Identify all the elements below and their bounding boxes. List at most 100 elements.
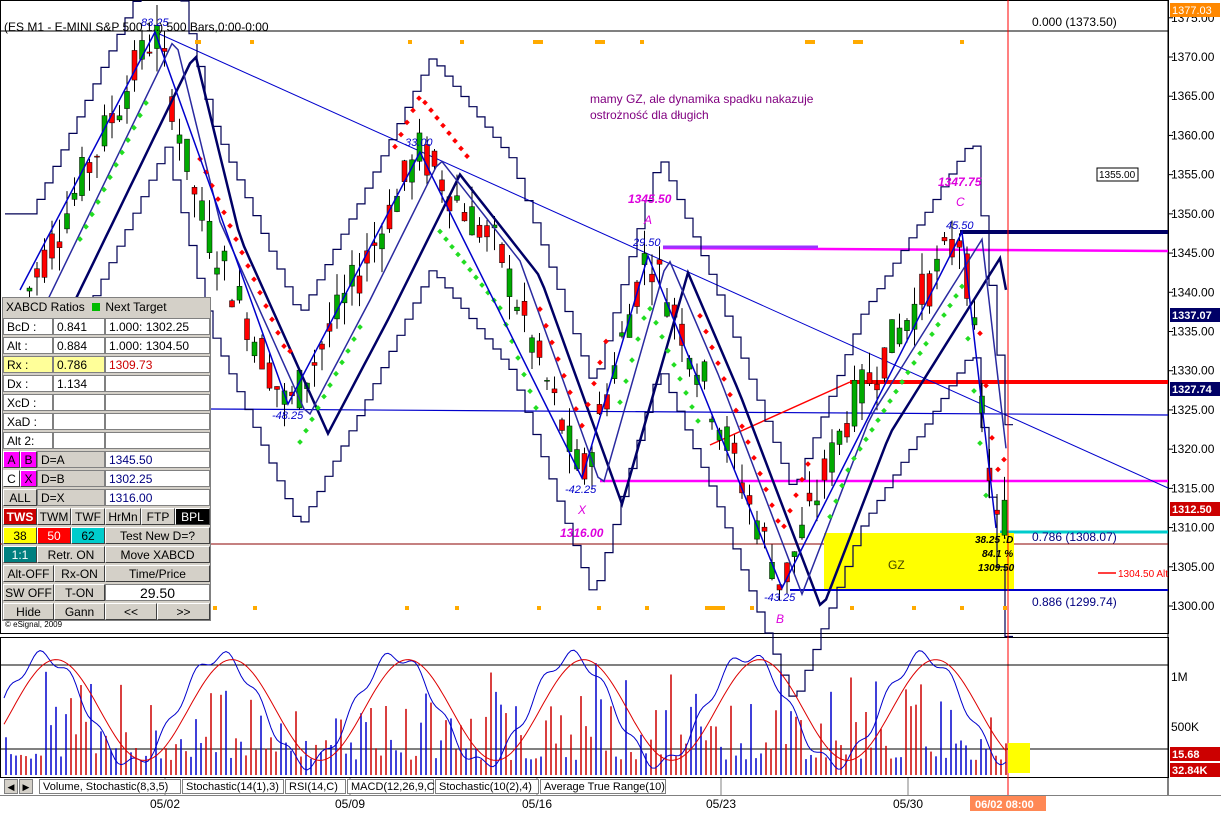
date-label: 05/09 <box>335 797 365 811</box>
fib-0-label: 0.000 (1373.50) <box>1032 15 1117 29</box>
t-on-button[interactable]: T-ON <box>54 584 105 601</box>
candle-body <box>701 361 708 382</box>
candle-body <box>836 430 843 445</box>
price-tick-label: 1335.00 <box>1171 325 1215 339</box>
date-label: 05/16 <box>522 797 552 811</box>
candle-body <box>41 249 48 278</box>
green-square-icon <box>92 303 101 311</box>
next-button[interactable]: >> <box>157 603 210 620</box>
alt-off-button[interactable]: Alt-OFF <box>3 565 54 582</box>
session-marker-top <box>533 40 543 44</box>
candle-body <box>851 379 858 427</box>
label-c: C <box>956 195 965 209</box>
price-tick-label: 1305.00 <box>1171 560 1215 574</box>
retr-on-button[interactable]: Retr. ON <box>37 546 105 563</box>
alt-target-label: 1304.50 Alt <box>1118 569 1168 580</box>
time-price-button[interactable]: Time/Price <box>105 565 210 582</box>
candle-body <box>71 192 78 200</box>
target-eq: D=A <box>37 451 105 468</box>
tf-button-hrmn[interactable]: HrMn <box>105 508 141 525</box>
ratio-text-1: 38.25 :D <box>975 535 1013 546</box>
candle-body <box>244 318 250 340</box>
ratio-target: 1.000: 1302.25 <box>105 318 210 335</box>
candle-body <box>874 383 880 391</box>
label-low-val: -48.25 <box>272 410 304 422</box>
tf-button-tws[interactable]: TWS <box>3 508 37 525</box>
candle-body <box>379 233 385 250</box>
ratio-target <box>105 432 210 449</box>
candle-body <box>791 551 798 557</box>
panel-header-title: XABCD Ratios <box>6 300 85 314</box>
num-button-38[interactable]: 38 <box>3 527 37 544</box>
session-marker-bottom <box>705 606 725 610</box>
rx-on-button[interactable]: Rx-ON <box>54 565 105 582</box>
session-marker-top <box>853 40 863 44</box>
gann-button[interactable]: Gann <box>54 603 105 620</box>
target-price: 1316.00 <box>105 489 210 506</box>
tab-scroll-left-icon[interactable]: ◀ <box>4 779 18 794</box>
candle-body <box>866 372 873 384</box>
candle-body <box>214 267 220 275</box>
candle-body <box>761 526 768 532</box>
candle-body <box>431 150 438 167</box>
label-b-val: -43.25 <box>764 592 796 604</box>
candle-body <box>731 442 738 454</box>
target-button-b[interactable]: B <box>20 451 37 468</box>
ratio-11-button[interactable]: 1:1 <box>3 546 37 563</box>
sw-off-button[interactable]: SW OFF <box>3 584 54 601</box>
study-tab-bar: ◀ ▶ Volume, Stochastic(8,3,5) Stochastic(… <box>2 779 1162 795</box>
candle-body <box>814 500 820 506</box>
candle-body <box>229 300 235 308</box>
ratio-label: Alt 2: <box>3 432 53 449</box>
session-marker-bottom <box>1003 606 1007 610</box>
session-marker-top <box>460 40 464 44</box>
tf-button-twf[interactable]: TWF <box>71 508 105 525</box>
candle-body <box>476 224 483 238</box>
num-button-50[interactable]: 50 <box>37 527 71 544</box>
study-tab[interactable]: Stochastic(14(1),3) <box>182 779 284 794</box>
ind-tick-500k: 500K <box>1171 720 1199 734</box>
tab-scroll-right-icon[interactable]: ▶ <box>19 779 33 794</box>
prev-button[interactable]: << <box>105 603 157 620</box>
candle-body <box>844 423 850 438</box>
test-new-d-button[interactable]: Test New D=? <box>105 527 210 544</box>
target-button-all[interactable]: ALL <box>3 489 37 506</box>
target-button-a[interactable]: A <box>3 451 20 468</box>
candle-body <box>454 195 460 201</box>
ratio-label: XaD : <box>3 413 53 430</box>
candle-body <box>266 362 273 389</box>
ratio-label: Rx : <box>3 356 53 373</box>
panel-header-target: Next Target <box>105 300 167 314</box>
tf-button-ftp[interactable]: FTP <box>141 508 175 525</box>
label-mid-val: 33.00 <box>405 137 433 149</box>
session-marker-bottom <box>960 606 964 610</box>
ratio-value <box>53 394 105 411</box>
study-tab[interactable]: MACD(12,26,9,C) <box>347 779 438 794</box>
tf-button-twm[interactable]: TWM <box>37 508 71 525</box>
study-tab[interactable]: RSI(14,C) <box>285 779 346 794</box>
candle-body <box>649 273 655 283</box>
tf-button-bpl[interactable]: BPL <box>175 508 210 525</box>
candle-body <box>656 259 663 265</box>
target-button-a[interactable]: C <box>3 470 20 487</box>
fib-886-label: 0.886 (1299.74) <box>1032 595 1117 609</box>
value-display[interactable]: 29.50 <box>105 584 210 601</box>
candle-body <box>439 179 445 192</box>
ratio-value: 0.786 <box>53 356 105 373</box>
num-button-62[interactable]: 62 <box>71 527 105 544</box>
ratio-label: BcD : <box>3 318 53 335</box>
tag-vol-text: 32.84K <box>1172 765 1208 777</box>
study-tab[interactable]: Stochastic(10(2),4) <box>435 779 539 794</box>
move-xabcd-button[interactable]: Move XABCD <box>105 546 210 563</box>
study-tab[interactable]: Volume, Stochastic(8,3,5) <box>39 779 181 794</box>
ratio-target <box>105 375 210 392</box>
candle-body <box>529 337 535 353</box>
hide-button[interactable]: Hide <box>3 603 54 620</box>
candle-body <box>94 155 100 158</box>
price-tick-label: 1340.00 <box>1171 285 1215 299</box>
candle-body <box>896 327 903 345</box>
candle-body <box>799 524 805 539</box>
target-button-b[interactable]: X <box>20 470 37 487</box>
copyright: © eSignal, 2009 <box>5 620 63 629</box>
study-tab[interactable]: Average True Range(10) <box>540 779 666 794</box>
